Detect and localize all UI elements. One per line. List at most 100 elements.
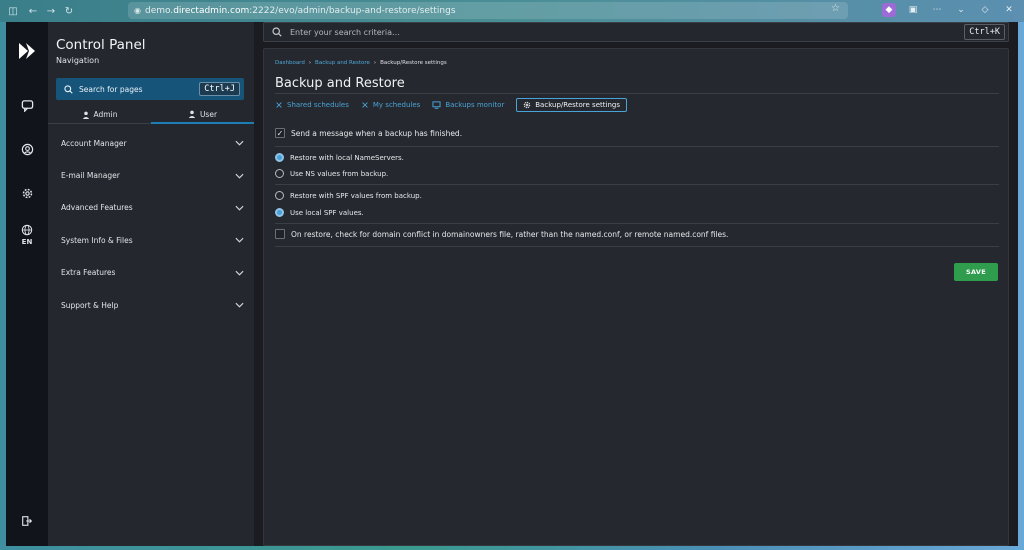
site-info-icon[interactable]: ◉ [134,6,141,15]
back-icon[interactable]: ← [24,2,42,20]
url-prefix: demo. [144,5,174,16]
messages-icon[interactable] [6,94,48,116]
sidebar-item-extra-features[interactable]: Extra Features [48,257,254,289]
spf-local-option[interactable]: Use local SPF values. [275,208,364,217]
navigation-sidebar: Control Panel Navigation Search for page… [48,22,254,546]
sidebar-item-advanced-features[interactable]: Advanced Features [48,192,254,224]
sidebar-item-account-manager[interactable]: Account Manager [48,127,254,159]
ns-local-radio[interactable] [275,153,284,162]
bookmark-icon[interactable]: ☆ [831,3,840,14]
breadcrumb-separator: › [373,60,377,66]
breadcrumb-separator: › [308,60,312,66]
main-content: Enter your search criteria... Ctrl+K Das… [254,22,1018,546]
settings-panel: Dashboard › Backup and Restore › Backup/… [263,48,1009,546]
notify-option[interactable]: ✓ Send a message when a backup has finis… [275,128,462,138]
tab-label: Backup/Restore settings [535,101,620,109]
gear-icon [524,101,531,109]
search-icon [272,27,282,37]
sidebar-title: Control Panel [56,37,146,53]
divider [275,146,999,147]
sidebar-item-email-manager[interactable]: E-mail Manager [48,159,254,191]
chevron-down-icon [235,270,244,276]
user-icon [188,110,196,118]
image-icon[interactable]: ▣ [906,3,920,17]
search-icon [64,84,73,94]
spf-local-radio[interactable] [275,208,284,217]
reload-icon[interactable]: ↻ [60,2,78,20]
tab-backup-restore-settings[interactable]: Backup/Restore settings [516,98,627,112]
ns-local-label: Restore with local NameServers. [290,153,404,162]
extension-icon[interactable]: ◆ [882,3,896,17]
icon-rail: EN [6,22,48,546]
minimize-icon[interactable]: ⌄ [954,3,968,17]
search-pages-label: Search for pages [79,84,143,94]
divider [275,246,999,247]
tab-shared-schedules[interactable]: Shared schedules [275,98,349,112]
divider [275,223,999,224]
sidebar-item-label: Extra Features [61,268,116,278]
domain-conflict-option[interactable]: On restore, check for domain conflict in… [275,229,728,239]
role-tabs: Admin User [48,106,254,124]
ns-backup-radio[interactable] [275,169,284,178]
logout-icon[interactable] [6,510,48,532]
sidebar-item-label: Advanced Features [61,203,133,213]
spf-backup-option[interactable]: Restore with SPF values from backup. [275,191,422,200]
language-label: EN [21,238,33,246]
breadcrumb-dashboard[interactable]: Dashboard [275,60,305,66]
title-divider [275,93,999,94]
language-switcher[interactable]: EN [21,224,33,246]
chevron-down-icon [235,205,244,211]
close-icon[interactable]: ✕ [1002,3,1016,17]
tab-admin-label: Admin [93,110,118,119]
sidebar-item-label: System Info & Files [61,235,133,245]
spf-backup-radio[interactable] [275,191,284,200]
browser-toolbar: ◫ ← → ↻ ◉ demo. directadmin.com:2222/evo/… [0,0,1024,22]
tab-backups-monitor[interactable]: Backups monitor [432,98,504,112]
globe-icon [21,224,33,236]
domain-conflict-label: On restore, check for domain conflict in… [291,229,729,239]
breadcrumb-backup-restore[interactable]: Backup and Restore [315,60,370,66]
search-placeholder: Enter your search criteria... [290,27,400,37]
domain-conflict-checkbox[interactable] [275,229,285,239]
menu-icon[interactable]: ⋯ [930,3,944,17]
save-button[interactable]: SAVE [954,263,998,281]
sidebar-item-support-help[interactable]: Support & Help [48,289,254,321]
directadmin-logo-icon[interactable] [16,40,38,62]
shared-schedules-icon [276,102,282,108]
section-tabs: Shared schedules My schedules Backups mo… [275,98,627,112]
address-bar[interactable]: ◉ demo. directadmin.com:2222/evo/admin/ba… [128,2,848,19]
search-pages-shortcut: Ctrl+J [199,82,240,96]
ns-local-option[interactable]: Restore with local NameServers. [275,153,404,162]
tab-label: Shared schedules [287,101,349,109]
breadcrumb-current: Backup/Restore settings [380,60,447,66]
global-search-input[interactable]: Enter your search criteria... Ctrl+K [263,22,1009,42]
gear-icon[interactable] [6,182,48,204]
admin-icon [82,111,89,119]
page-title: Backup and Restore [275,76,405,91]
app-window: EN Control Panel Navigation Search for p… [6,22,1018,546]
account-icon[interactable] [6,138,48,160]
tab-admin[interactable]: Admin [48,106,151,124]
sidebar-item-label: E-mail Manager [61,171,120,181]
notify-checkbox[interactable]: ✓ [275,128,285,138]
ns-backup-label: Use NS values from backup. [290,169,389,178]
browser-extensions: ◆ ▣ ⋯ ⌄ ◇ ✕ [882,3,1016,17]
url-host: directadmin.com [173,5,250,16]
tab-my-schedules[interactable]: My schedules [361,98,420,112]
url-path: :2222/evo/admin/backup-and-restore/setti… [249,5,456,16]
forward-icon[interactable]: → [42,2,60,20]
sidebar-menu: Account Manager E-mail Manager Advanced … [48,127,254,321]
tab-label: My schedules [372,101,421,109]
search-pages-button[interactable]: Search for pages Ctrl+J [56,78,244,100]
sidebar-subtitle: Navigation [56,56,100,65]
ns-backup-option[interactable]: Use NS values from backup. [275,169,388,178]
divider [275,184,999,185]
monitor-icon [432,101,441,109]
tab-user[interactable]: User [151,106,254,124]
breadcrumb: Dashboard › Backup and Restore › Backup/… [275,60,447,66]
sidebar-toggle-icon[interactable]: ◫ [4,2,22,20]
sidebar-item-system-info[interactable]: System Info & Files [48,224,254,256]
spf-backup-label: Restore with SPF values from backup. [290,191,422,200]
chevron-down-icon [235,302,244,308]
maximize-icon[interactable]: ◇ [978,3,992,17]
